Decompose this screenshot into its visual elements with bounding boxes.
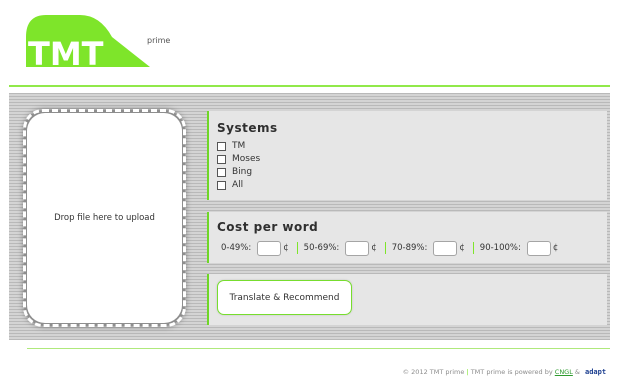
logo-text: TMT — [28, 35, 104, 73]
cost-section: Cost per word 0-49%: ¢ 50-69%: ¢ 70-89%:… — [207, 212, 607, 263]
cent-unit: ¢ — [552, 243, 559, 253]
actions-section: Translate & Recommend — [207, 274, 607, 325]
footer-text: © 2012 TMT prime | TMT prime is powered … — [403, 368, 580, 376]
cost-title: Cost per word — [217, 220, 319, 234]
footer-copyright: © 2012 TMT prime — [402, 368, 465, 376]
file-drop-zone[interactable]: Drop file here to upload — [23, 109, 186, 327]
footer-and: & — [574, 368, 580, 376]
systems-title: Systems — [217, 121, 278, 135]
cost-row: 0-49%: ¢ 50-69%: ¢ 70-89%: ¢ 90-100%: ¢ — [221, 240, 558, 256]
system-option-all[interactable]: All — [217, 179, 243, 191]
cost-separator — [296, 242, 298, 254]
system-option-label: Bing — [232, 167, 253, 177]
header-divider — [9, 85, 610, 87]
cost-range-label: 0-49%: — [221, 243, 252, 253]
cost-range-label: 70-89%: — [391, 243, 428, 253]
cent-unit: ¢ — [459, 243, 465, 253]
cngl-link[interactable]: CNGL — [555, 368, 573, 376]
footer-divider — [27, 348, 610, 349]
checkbox-bing[interactable] — [217, 167, 226, 177]
checkbox-tm[interactable] — [217, 141, 226, 151]
system-option-tm[interactable]: TM — [217, 140, 245, 152]
tmt-logo: TMT prime — [22, 9, 172, 79]
cost-range-label: 50-69%: — [303, 243, 340, 253]
systems-section: Systems TM Moses Bing All — [207, 111, 607, 200]
footer-powered-by: TMT prime is powered by — [470, 368, 553, 376]
cost-input-50-69[interactable] — [345, 240, 370, 256]
cost-separator — [384, 242, 386, 254]
system-option-label: TM — [232, 141, 246, 151]
cost-range-label: 90-100%: — [479, 243, 521, 253]
cost-input-90-100[interactable] — [526, 240, 551, 256]
drop-zone-label: Drop file here to upload — [54, 213, 155, 223]
system-option-label: All — [232, 180, 244, 190]
logo-suffix: prime — [147, 36, 171, 45]
footer-separator: | — [466, 368, 469, 376]
system-option-label: Moses — [232, 154, 261, 164]
adapt-logo[interactable]: adapt — [585, 362, 606, 376]
cost-separator — [472, 242, 474, 254]
cost-input-70-89[interactable] — [433, 240, 458, 256]
checkbox-all[interactable] — [217, 180, 226, 190]
checkbox-moses[interactable] — [217, 154, 226, 164]
translate-recommend-button[interactable]: Translate & Recommend — [217, 280, 352, 315]
cent-unit: ¢ — [371, 243, 377, 253]
cent-unit: ¢ — [283, 243, 289, 253]
cost-input-0-49[interactable] — [257, 240, 282, 256]
adapt-logo-text: adapt — [585, 368, 607, 376]
system-option-bing[interactable]: Bing — [217, 166, 252, 178]
system-option-moses[interactable]: Moses — [217, 153, 260, 165]
